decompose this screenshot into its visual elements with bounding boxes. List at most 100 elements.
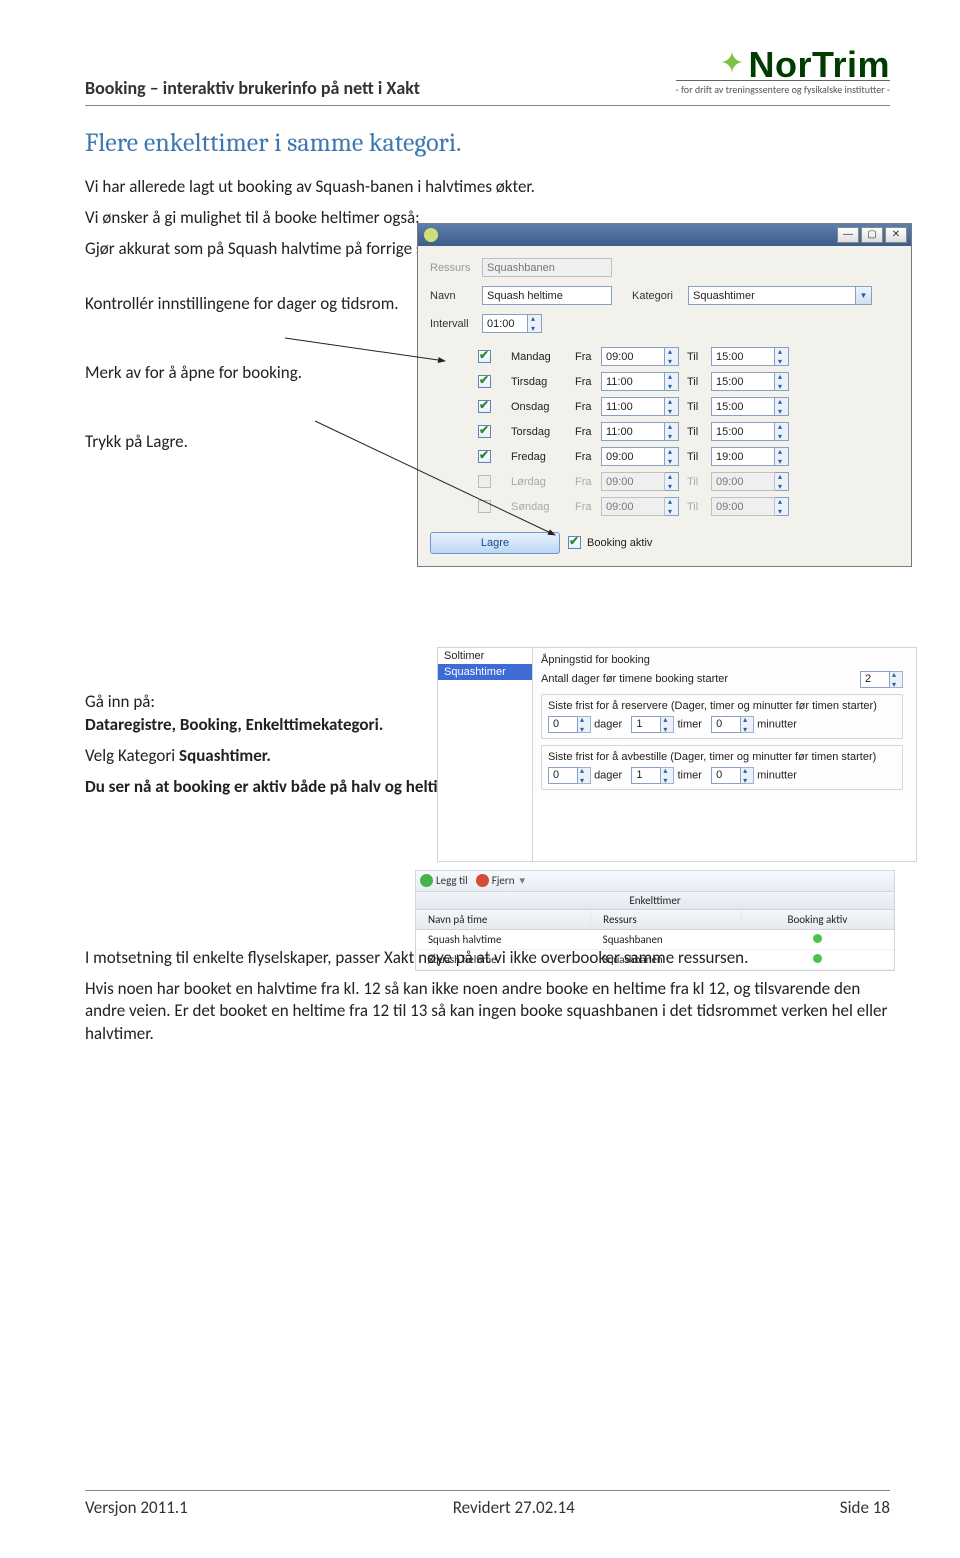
day-name: Lørdag — [511, 476, 575, 488]
from-time-spinner: 09:00 — [601, 472, 679, 491]
day-row: TorsdagFra11:00Til15:00 — [478, 421, 899, 443]
spinner-icon[interactable] — [665, 447, 679, 466]
spinner-icon[interactable] — [528, 314, 542, 333]
table-row[interactable]: Squash halvtimeSquashbanen — [416, 929, 894, 949]
spinner-icon[interactable] — [890, 671, 903, 688]
to-label: Til — [687, 401, 711, 413]
list-item-selected[interactable]: Squashtimer — [438, 664, 532, 680]
window-minimize-button[interactable]: — — [837, 227, 859, 243]
days-before-spinner[interactable]: 2 — [860, 671, 903, 688]
page-header: Booking – interaktiv brukerinfo på nett … — [85, 77, 420, 99]
to-label: Til — [687, 451, 711, 463]
spinner-icon[interactable] — [775, 372, 789, 391]
reserve-hours-spinner[interactable]: 1 — [631, 716, 674, 733]
chevron-down-icon[interactable]: ▼ — [856, 286, 872, 305]
day-name: Søndag — [511, 501, 575, 513]
grid-toolbar: Legg til Fjern▾ — [415, 870, 895, 892]
from-time-spinner[interactable]: 09:00 — [601, 447, 679, 466]
cancel-hours-spinner[interactable]: 1 — [631, 767, 674, 784]
spinner-icon[interactable] — [665, 422, 679, 441]
booking-aktiv-checkbox[interactable] — [568, 536, 581, 549]
from-time-spinner: 09:00 — [601, 497, 679, 516]
delete-icon — [476, 874, 489, 887]
resource-form-window: — ▢ ✕ Ressurs Squashbanen Navn Squash he… — [417, 223, 912, 567]
from-label: Fra — [575, 376, 601, 388]
from-time-spinner[interactable]: 09:00 — [601, 347, 679, 366]
intervall-spinner[interactable]: 01:00 — [482, 314, 542, 333]
ressurs-label: Ressurs — [430, 262, 482, 274]
category-list: Soltimer Squashtimer — [438, 648, 533, 861]
day-checkbox[interactable] — [478, 475, 491, 488]
to-label: Til — [687, 351, 711, 363]
col-navn[interactable]: Navn på time — [416, 910, 591, 930]
to-time-spinner[interactable]: 15:00 — [711, 347, 789, 366]
day-checkbox[interactable] — [478, 375, 491, 388]
spinner-icon[interactable] — [775, 397, 789, 416]
table-group-header: Enkelttimer — [416, 892, 894, 910]
days-before-value: 2 — [860, 671, 890, 688]
table-row[interactable]: Squash heltimeSquashbanen — [416, 949, 894, 969]
note-press-save: Trykk på Lagre. — [85, 431, 435, 454]
day-row: LørdagFra09:00Til09:00 — [478, 471, 899, 493]
window-icon — [424, 228, 438, 242]
from-label: Fra — [575, 426, 601, 438]
reserve-days-spinner[interactable]: 0 — [548, 716, 591, 733]
ressurs-field: Squashbanen — [482, 258, 612, 277]
day-checkbox[interactable] — [478, 350, 491, 363]
spinner-icon[interactable] — [775, 422, 789, 441]
day-row: MandagFra09:00Til15:00 — [478, 346, 899, 368]
footer-revised: Revidert 27.02.14 — [453, 1497, 575, 1518]
cancel-min-spinner[interactable]: 0 — [711, 767, 754, 784]
window-titlebar: — ▢ ✕ — [418, 224, 911, 246]
cancel-days-spinner[interactable]: 0 — [548, 767, 591, 784]
window-close-button[interactable]: ✕ — [885, 227, 907, 243]
spinner-icon[interactable] — [775, 447, 789, 466]
to-time-spinner[interactable]: 19:00 — [711, 447, 789, 466]
spinner-icon — [665, 472, 679, 491]
note-check-settings: Kontrollér innstillingene for dager og t… — [85, 293, 435, 316]
from-label: Fra — [575, 451, 601, 463]
from-time-spinner[interactable]: 11:00 — [601, 372, 679, 391]
day-checkbox[interactable] — [478, 450, 491, 463]
note-open-booking: Merk av for å åpne for booking. — [85, 362, 435, 385]
remove-button[interactable]: Fjern▾ — [476, 874, 525, 887]
status-dot-icon — [813, 954, 822, 963]
from-time-spinner[interactable]: 11:00 — [601, 422, 679, 441]
spinner-icon[interactable] — [775, 347, 789, 366]
spinner-icon — [775, 472, 789, 491]
spinner-icon[interactable] — [665, 397, 679, 416]
add-button[interactable]: Legg til — [420, 874, 468, 887]
kategori-label: Kategori — [632, 290, 688, 302]
day-name: Fredag — [511, 451, 575, 463]
overbook-detail: Hvis noen har booket en halvtime fra kl.… — [85, 978, 890, 1047]
day-row: OnsdagFra11:00Til15:00 — [478, 396, 899, 418]
day-checkbox[interactable] — [478, 425, 491, 438]
from-label: Fra — [575, 501, 601, 513]
reserve-deadline-label: Siste frist for å reservere (Dager, time… — [548, 700, 896, 712]
list-item[interactable]: Soltimer — [438, 648, 532, 664]
from-time-spinner[interactable]: 11:00 — [601, 397, 679, 416]
to-time-spinner[interactable]: 15:00 — [711, 372, 789, 391]
spinner-icon[interactable] — [665, 372, 679, 391]
to-time-spinner[interactable]: 15:00 — [711, 397, 789, 416]
to-time-spinner: 09:00 — [711, 497, 789, 516]
page-footer: Versjon 2011.1 Revidert 27.02.14 Side 18 — [85, 1490, 890, 1518]
window-maximize-button[interactable]: ▢ — [861, 227, 883, 243]
from-label: Fra — [575, 401, 601, 413]
col-ressurs[interactable]: Ressurs — [591, 910, 742, 930]
reserve-min-spinner[interactable]: 0 — [711, 716, 754, 733]
spinner-icon[interactable] — [665, 347, 679, 366]
day-checkbox[interactable] — [478, 400, 491, 413]
navn-field[interactable]: Squash heltime — [482, 286, 612, 305]
footer-version: Versjon 2011.1 — [85, 1497, 188, 1518]
section-title: Flere enkelttimer i samme kategori. — [85, 128, 890, 158]
col-aktiv[interactable]: Booking aktiv — [741, 910, 893, 930]
days-before-label: Antall dager før timene booking starter — [541, 673, 860, 685]
day-checkbox[interactable] — [478, 500, 491, 513]
kategori-value: Squashtimer — [688, 286, 856, 305]
to-time-spinner: 09:00 — [711, 472, 789, 491]
to-time-spinner[interactable]: 15:00 — [711, 422, 789, 441]
save-button[interactable]: Lagre — [430, 532, 560, 554]
kategori-select[interactable]: Squashtimer ▼ — [688, 286, 872, 305]
to-label: Til — [687, 476, 711, 488]
